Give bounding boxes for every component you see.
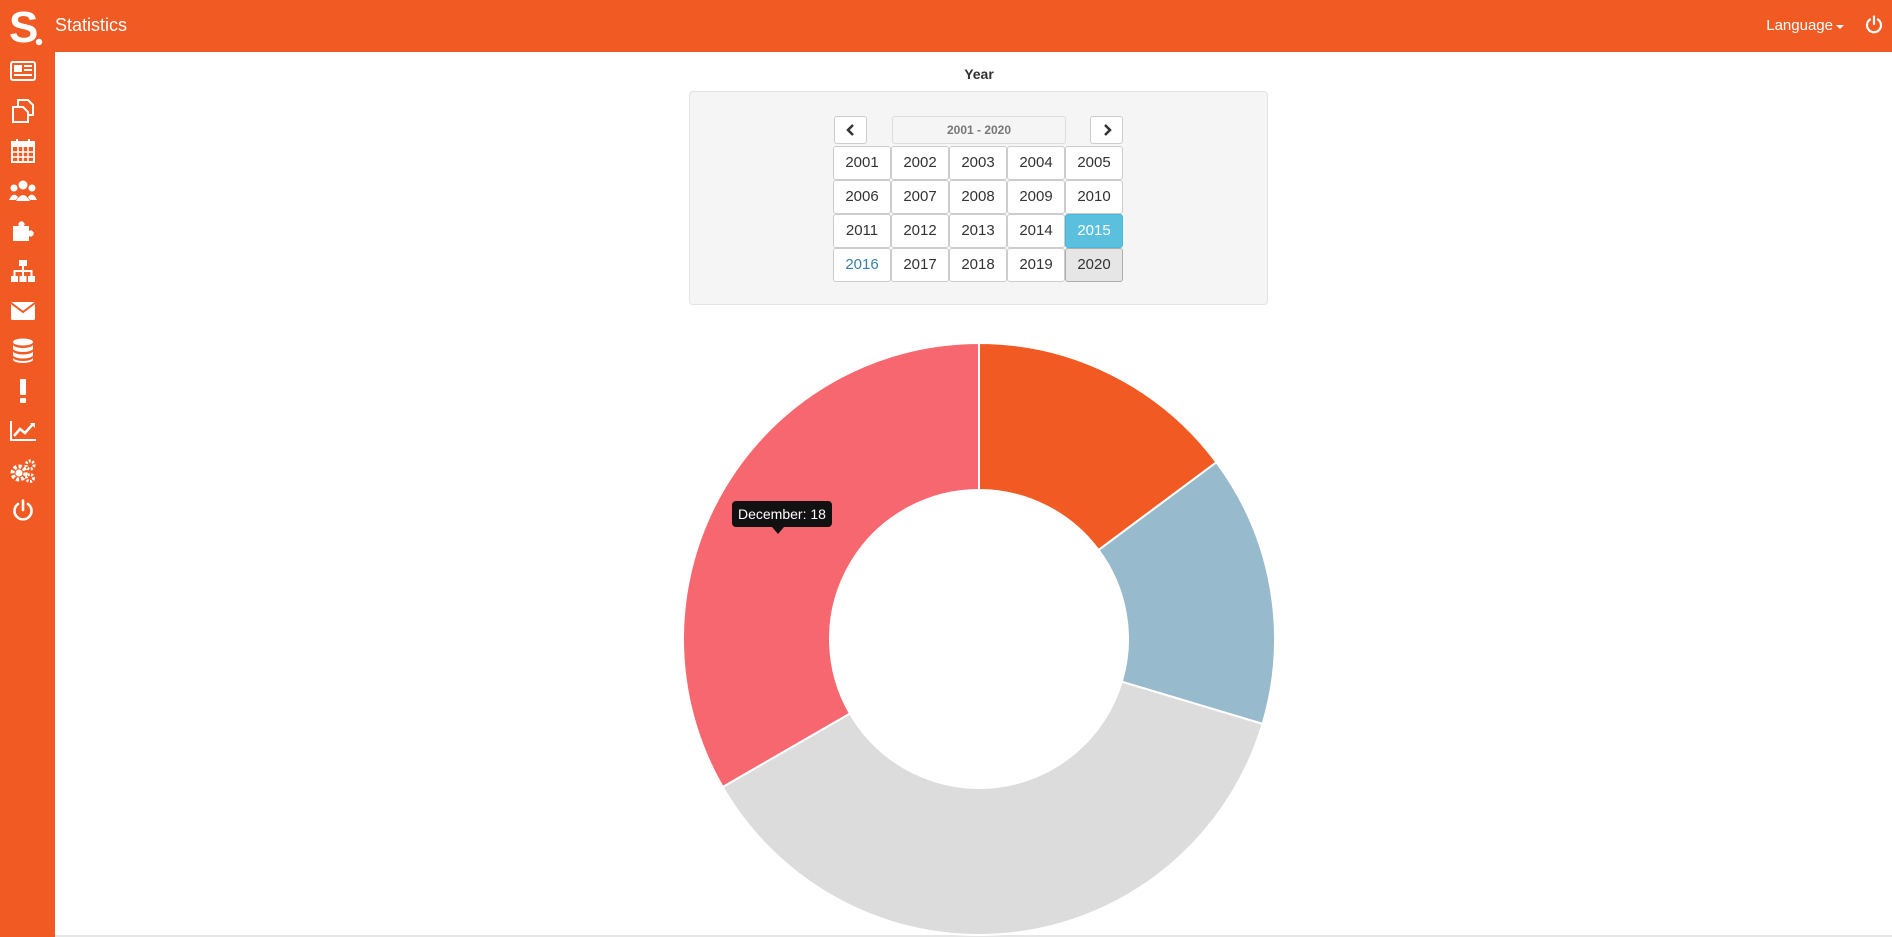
tooltip-arrow bbox=[772, 527, 784, 534]
donut-slice-4[interactable] bbox=[681, 341, 980, 789]
tooltip-text: December: 18 bbox=[738, 506, 826, 522]
chart-tooltip: December: 18 bbox=[732, 501, 832, 534]
donut-chart bbox=[681, 341, 1276, 936]
